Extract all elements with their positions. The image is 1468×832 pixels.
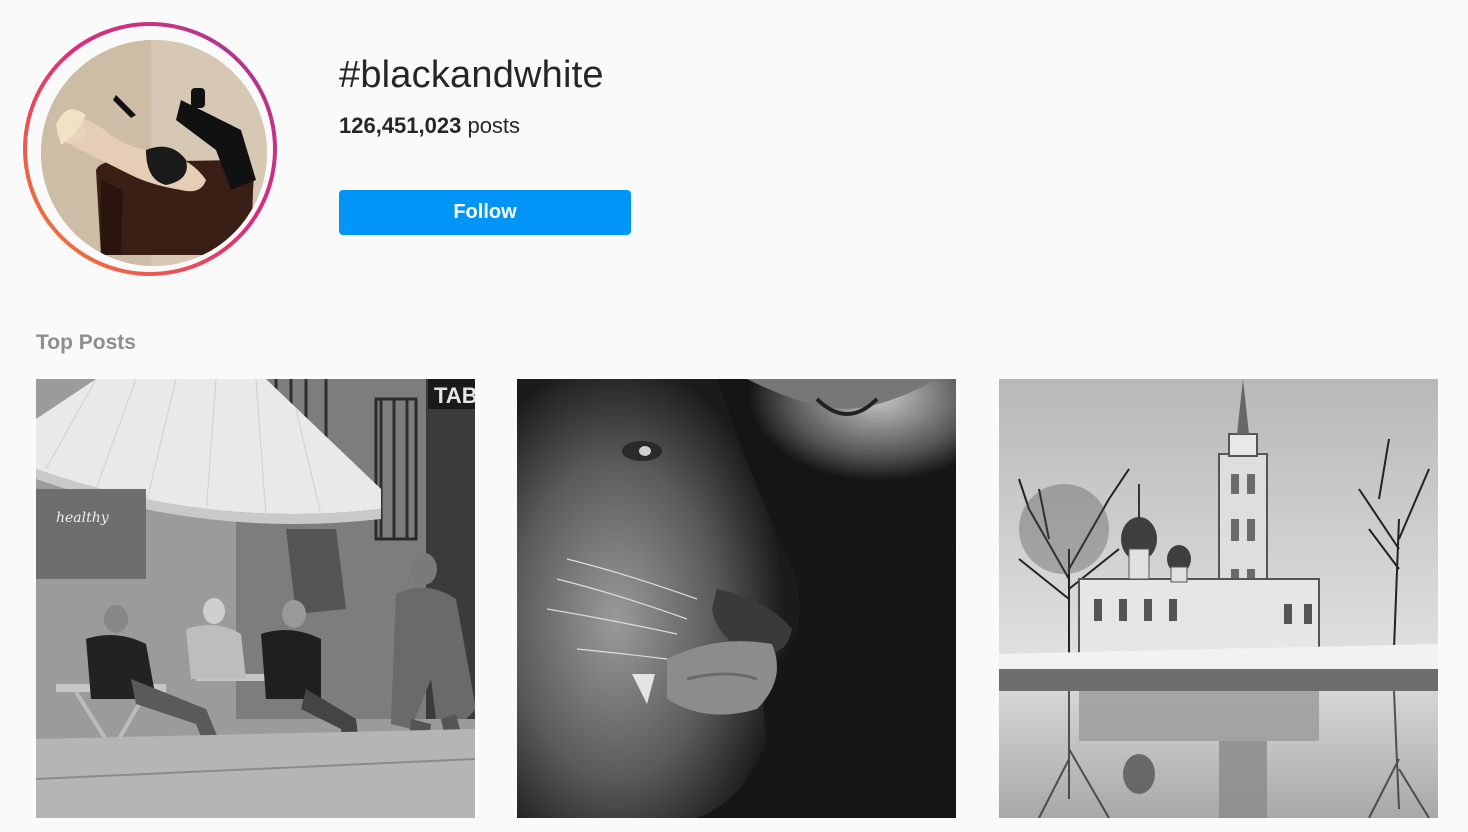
post-count-number: 126,451,023 — [339, 113, 462, 138]
church-reflection-photo — [999, 379, 1438, 818]
post-count: 126,451,023 posts — [339, 113, 520, 139]
page-title: #blackandwhite — [339, 54, 604, 96]
post-thumbnail-lion[interactable] — [517, 379, 956, 818]
top-posts-grid: TAB healthy — [36, 379, 1438, 818]
avatar — [41, 40, 267, 266]
healthy-sign: healthy — [56, 510, 110, 526]
hashtag-avatar-ring[interactable] — [23, 22, 277, 276]
hashtag-page: #blackandwhite 126,451,023 posts Follow … — [0, 0, 1468, 832]
lion-closeup-photo — [517, 379, 956, 818]
post-count-label: posts — [461, 113, 521, 138]
follow-button[interactable]: Follow — [339, 190, 631, 235]
avatar-image — [41, 40, 267, 266]
shop-sign: TAB — [434, 383, 475, 408]
top-posts-heading: Top Posts — [36, 331, 136, 354]
street-cafe-photo: TAB healthy — [36, 379, 475, 818]
post-thumbnail-church[interactable] — [999, 379, 1438, 818]
post-thumbnail-street-cafe[interactable]: TAB healthy — [36, 379, 475, 818]
